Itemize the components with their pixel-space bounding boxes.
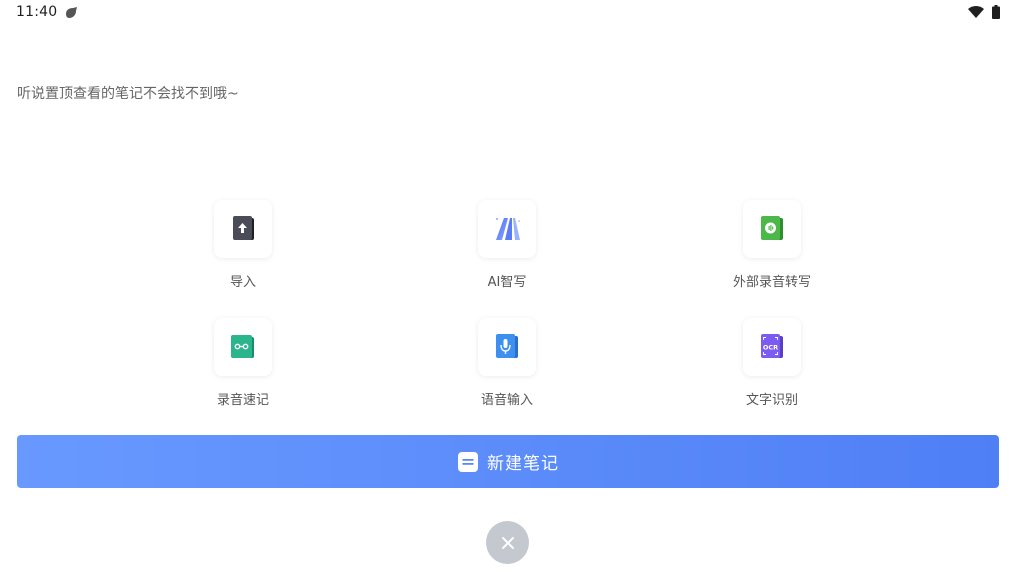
ocr-button[interactable]: OCR 文字识别 <box>712 318 832 408</box>
audio-transcribe-tile[interactable] <box>743 200 801 258</box>
ocr-icon: OCR <box>761 334 783 358</box>
close-icon <box>501 536 514 549</box>
svg-text:OCR: OCR <box>763 344 778 352</box>
note-icon <box>458 451 478 472</box>
voice-memo-button[interactable]: 录音速记 <box>183 318 303 408</box>
ai-write-tile[interactable] <box>478 200 536 258</box>
import-icon <box>233 216 254 240</box>
ai-write-button[interactable]: AI智写 <box>447 200 567 290</box>
import-tile[interactable] <box>214 200 272 258</box>
ocr-tile[interactable]: OCR <box>743 318 801 376</box>
voice-memo-label: 录音速记 <box>216 393 269 408</box>
voice-input-tile[interactable] <box>478 318 536 376</box>
import-label: 导入 <box>229 275 256 290</box>
ai-write-icon <box>496 218 520 240</box>
voice-input-icon <box>496 334 518 358</box>
audio-transcribe-icon <box>761 216 783 240</box>
voice-memo-icon <box>231 335 254 358</box>
import-button[interactable]: 导入 <box>183 200 303 290</box>
voice-input-label: 语音输入 <box>480 393 533 408</box>
new-note-button[interactable]: 新建笔记 <box>17 435 999 488</box>
new-note-label: 新建笔记 <box>487 454 559 474</box>
audio-transcribe-label: 外部录音转写 <box>732 275 811 290</box>
ai-write-label: AI智写 <box>487 275 527 290</box>
ocr-label: 文字识别 <box>745 393 798 408</box>
voice-memo-tile[interactable] <box>214 318 272 376</box>
voice-input-button[interactable]: 语音输入 <box>447 318 567 408</box>
close-button[interactable] <box>486 521 529 564</box>
audio-transcribe-button[interactable]: 外部录音转写 <box>712 200 832 290</box>
